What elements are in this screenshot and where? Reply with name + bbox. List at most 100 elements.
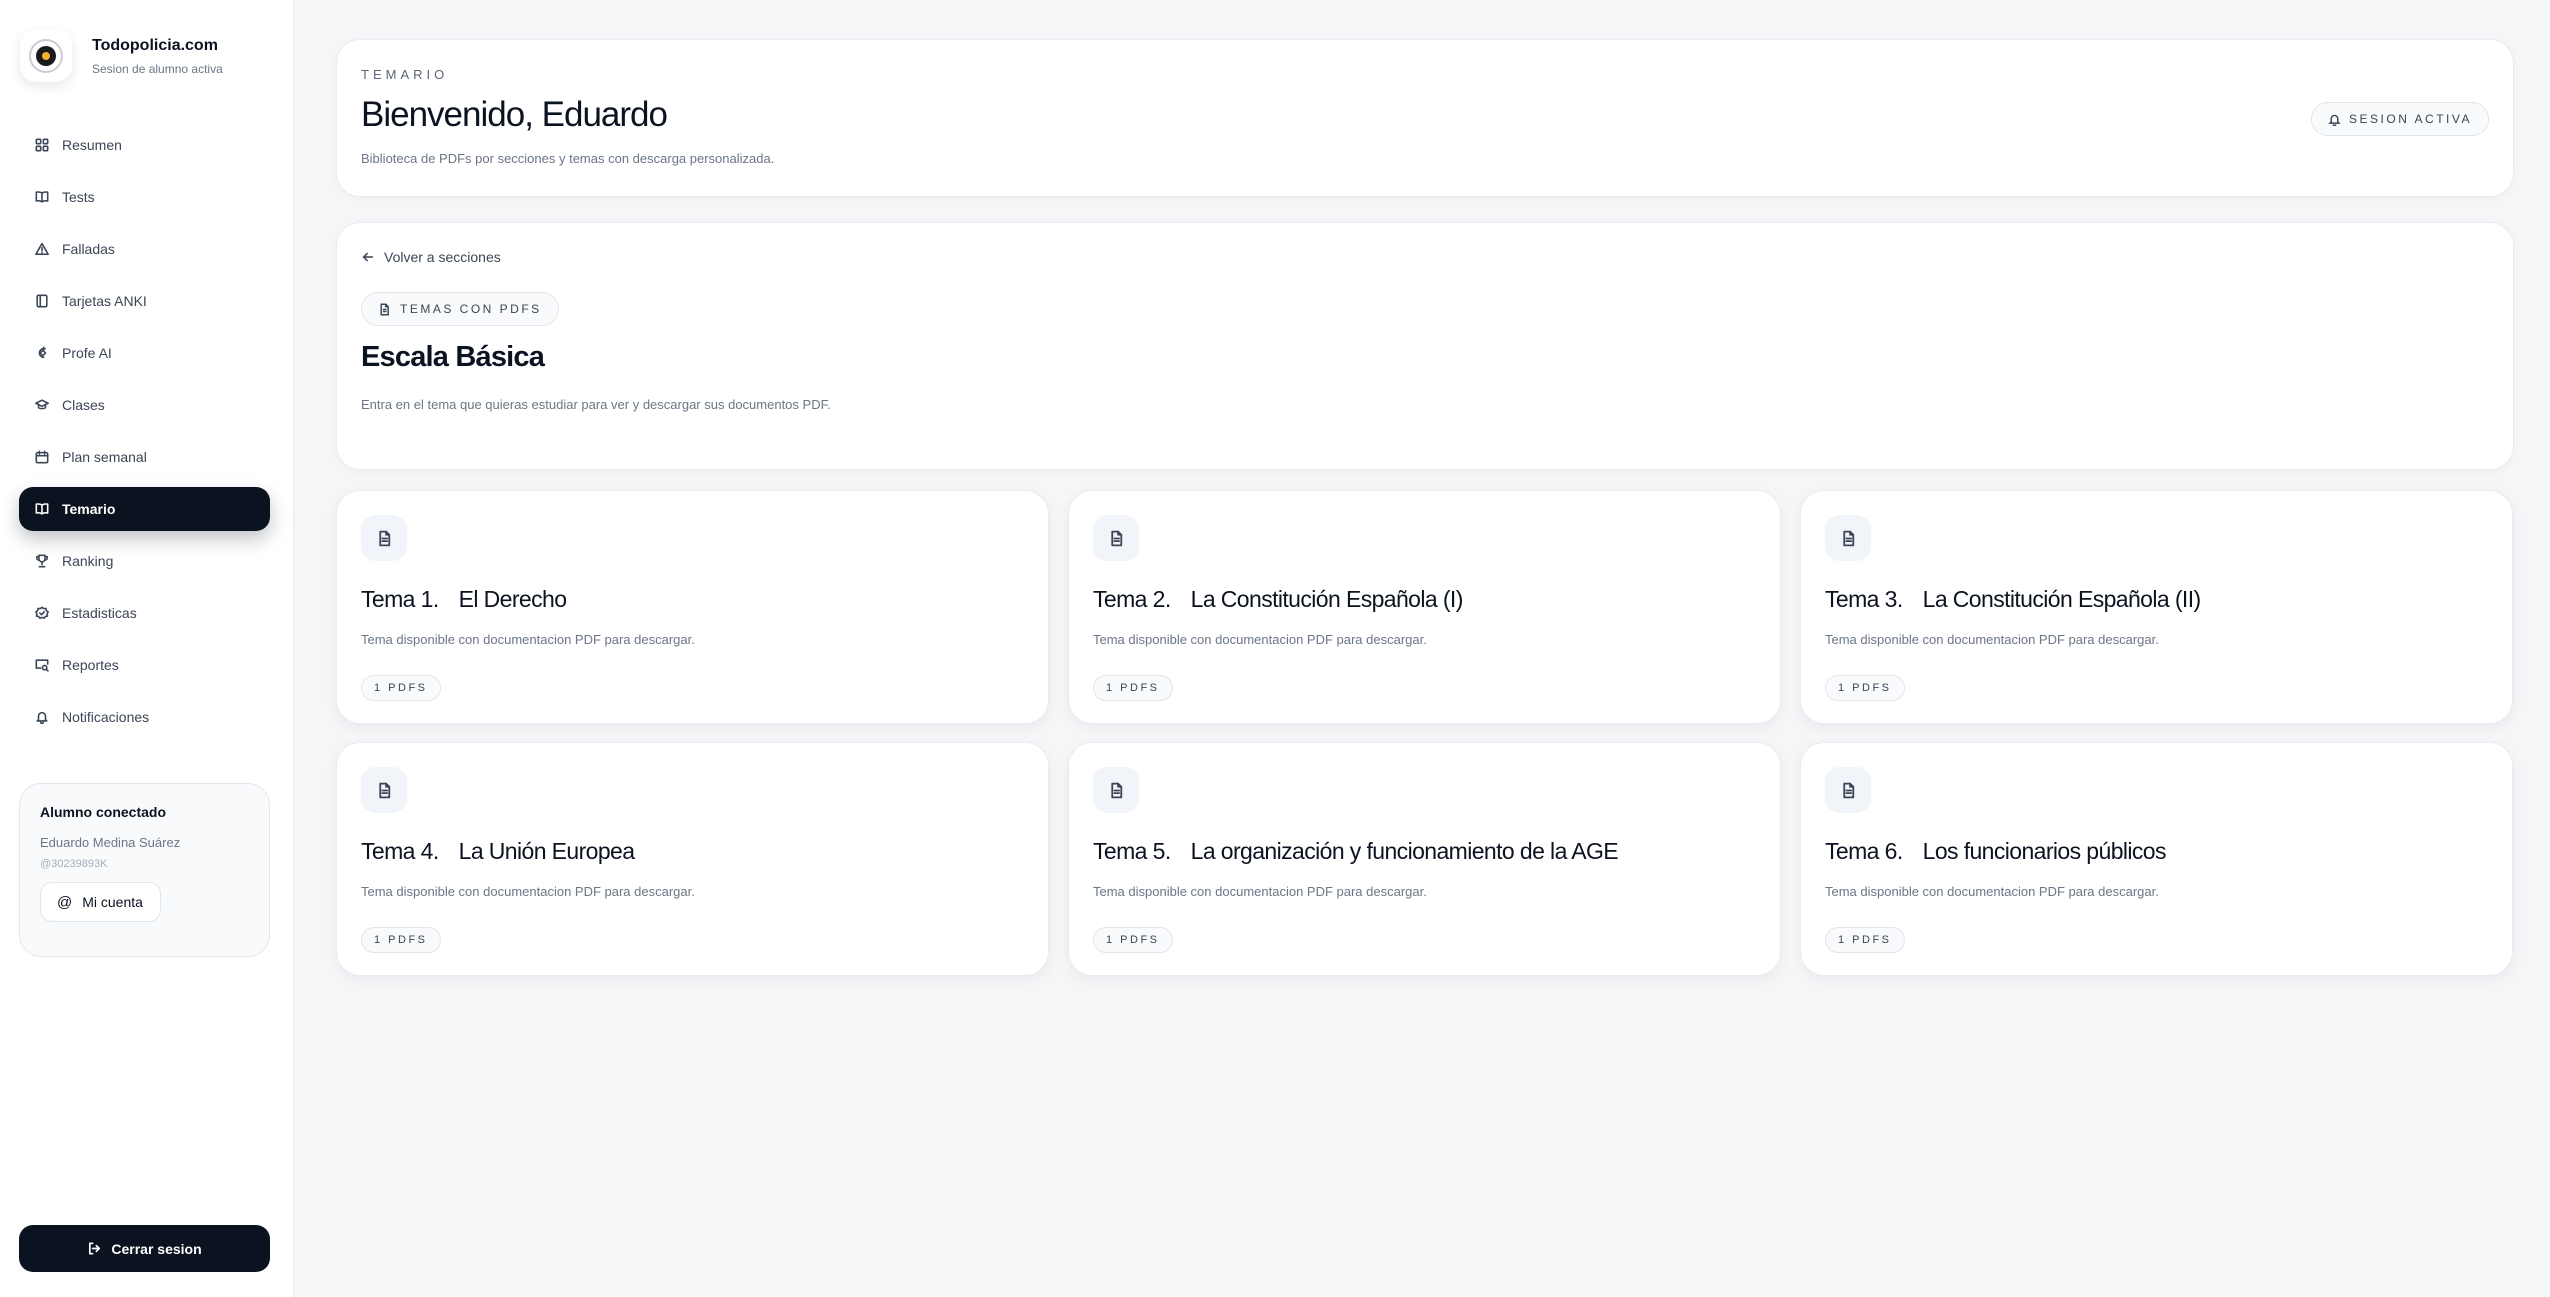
sidebar-item-resumen[interactable]: Resumen [19,123,270,167]
document-icon [361,515,407,561]
topic-description: Tema disponible con documentacion PDF pa… [361,632,695,647]
logout-button[interactable]: Cerrar sesion [19,1225,270,1272]
document-icon [361,767,407,813]
topic-description: Tema disponible con documentacion PDF pa… [1093,632,1427,647]
session-status-badge: SESION ACTIVA [2311,102,2489,136]
brand-logo [20,30,72,82]
topic-name: La Unión Europea [458,838,635,864]
sidebar-item-label: Notificaciones [62,709,150,725]
sidebar-item-ranking[interactable]: Ranking [19,539,270,583]
sidebar-item-label: Ranking [62,553,114,569]
topic-number: Tema 3. [1825,586,1903,612]
topic-name: La Constitución Española (I) [1190,586,1464,612]
document-icon [1825,767,1871,813]
arrow-left-icon [362,252,374,262]
sidebar-item-plan-semanal[interactable]: Plan semanal [19,435,270,479]
pdf-count-badge: 1 PDFS [361,927,441,953]
my-account-label: Mi cuenta [82,894,143,910]
back-link-label: Volver a secciones [384,249,501,265]
topic-name: La organización y funcionamiento de la A… [1190,838,1619,864]
topic-card[interactable]: Tema 6. Los funcionarios públicos Tema di… [1800,742,2513,976]
topic-card[interactable]: Tema 5. La organización y funcionamiento … [1068,742,1781,976]
sidebar-item-label: Plan semanal [62,449,147,465]
sidebar-item-label: Tarjetas ANKI [62,293,147,309]
sidebar: Todopolicia.com Sesion de alumno activa … [0,0,294,1297]
sidebar-item-label: Tests [62,189,95,205]
my-account-button[interactable]: @ Mi cuenta [40,882,161,922]
topic-name: El Derecho [458,586,567,612]
page-eyebrow: TEMARIO [361,67,449,82]
bell-icon [35,710,49,724]
bell-icon [2328,114,2341,126]
brand: Todopolicia.com Sesion de alumno activa [20,30,223,82]
section-description: Entra en el tema que quieras estudiar pa… [361,397,831,412]
pdf-count-badge: 1 PDFS [1093,675,1173,701]
topic-number: Tema 6. [1825,838,1903,864]
document-icon [1093,767,1139,813]
topic-title: Tema 6. Los funcionarios públicos [1825,838,2167,865]
topic-title: Tema 2. La Constitución Española (I) [1093,586,1463,613]
section-title: Escala Básica [361,341,545,373]
topic-card[interactable]: Tema 1. El Derecho Tema disponible con do… [336,490,1049,724]
topic-description: Tema disponible con documentacion PDF pa… [1093,884,1427,899]
at-sign-icon: @ [57,893,73,911]
back-to-sections-link[interactable]: Volver a secciones [361,249,501,265]
book-open-icon [35,190,49,204]
sidebar-item-tarjetas-anki[interactable]: Tarjetas ANKI [19,279,270,323]
sidebar-item-temario[interactable]: Temario [19,487,270,531]
pdf-count-badge: 1 PDFS [1825,675,1905,701]
brand-subtitle: Sesion de alumno activa [92,61,223,76]
topic-number: Tema 5. [1093,838,1171,864]
topic-card[interactable]: Tema 2. La Constitución Española (I) Tema… [1068,490,1781,724]
cards-icon [35,294,49,308]
message-search-icon [35,658,49,672]
sidebar-item-label: Resumen [62,137,122,153]
sidebar-item-estadisticas[interactable]: Estadisticas [19,591,270,635]
calendar-icon [35,450,49,464]
sidebar-item-label: Clases [62,397,105,413]
trophy-icon [35,554,49,568]
user-card-title: Alumno conectado [40,804,167,820]
badge-icon [35,606,49,620]
topic-number: Tema 2. [1093,586,1171,612]
sidebar-nav: Resumen Tests Falladas Tarjetas ANKI Pro… [19,123,270,747]
topic-title: Tema 5. La organización y funcionamiento … [1093,838,1619,865]
topics-pill-label: TEMAS CON PDFS [400,302,542,316]
sidebar-item-reportes[interactable]: Reportes [19,643,270,687]
topics-pill: TEMAS CON PDFS [361,292,559,326]
logout-label: Cerrar sesion [111,1240,202,1257]
sidebar-item-falladas[interactable]: Falladas [19,227,270,271]
topic-description: Tema disponible con documentacion PDF pa… [1825,632,2159,647]
sidebar-item-label: Falladas [62,241,115,257]
topic-title: Tema 1. El Derecho [361,586,567,613]
graduation-cap-icon [35,398,49,412]
sidebar-item-label: Profe AI [62,345,112,361]
topic-description: Tema disponible con documentacion PDF pa… [361,884,695,899]
pdf-count-badge: 1 PDFS [1825,927,1905,953]
topic-card[interactable]: Tema 4. La Unión Europea Tema disponible … [336,742,1049,976]
user-card: Alumno conectado Eduardo Medina Suárez @… [19,783,270,957]
document-icon [380,302,389,316]
sidebar-item-label: Temario [62,501,116,517]
sidebar-item-notificaciones[interactable]: Notificaciones [19,695,270,739]
pdf-count-badge: 1 PDFS [361,675,441,701]
user-id: @30239893K [40,858,108,870]
page-title: Bienvenido, Eduardo [361,95,668,134]
book-open-icon [35,502,49,516]
topic-title: Tema 3. La Constitución Española (II) [1825,586,2201,613]
sidebar-item-tests[interactable]: Tests [19,175,270,219]
user-name: Eduardo Medina Suárez [40,835,181,850]
document-icon [1093,515,1139,561]
sidebar-item-profe-ai[interactable]: Profe AI [19,331,270,375]
topic-name: La Constitución Española (II) [1922,586,2202,612]
grid-icon [35,138,49,152]
document-icon [1825,515,1871,561]
sidebar-item-label: Reportes [62,657,119,673]
session-status-label: SESION ACTIVA [2349,112,2472,126]
warning-triangle-icon [35,242,49,256]
sidebar-item-clases[interactable]: Clases [19,383,270,427]
ai-sparkle-icon [35,346,49,360]
topic-card[interactable]: Tema 3. La Constitución Española (II) Tem… [1800,490,2513,724]
pdf-count-badge: 1 PDFS [1093,927,1173,953]
sidebar-item-label: Estadisticas [62,605,137,621]
